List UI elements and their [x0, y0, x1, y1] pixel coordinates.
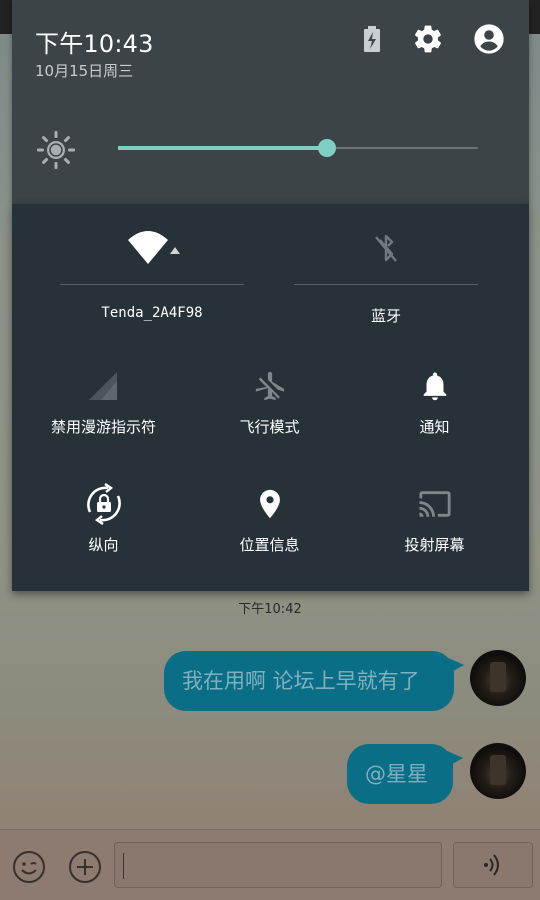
account-icon[interactable]: [472, 22, 506, 56]
brightness-fill: [118, 146, 327, 150]
avatar[interactable]: [470, 743, 526, 799]
location-pin-icon: [192, 482, 347, 526]
date[interactable]: 10月15日周三: [35, 60, 133, 81]
signal-icon: [26, 364, 181, 408]
tile-cast-label: 投射屏幕: [404, 536, 465, 554]
bell-icon: [357, 364, 512, 408]
cast-icon: [357, 482, 512, 526]
message-bubble[interactable]: 我在用啊 论坛上早就有了: [164, 651, 464, 711]
tile-airplane[interactable]: 飞行模式: [192, 364, 347, 437]
tile-notifications[interactable]: 通知: [357, 364, 512, 437]
tile-rotation[interactable]: 纵向: [26, 482, 181, 555]
message-bubble[interactable]: @星星: [347, 744, 463, 804]
tile-airplane-label: 飞行模式: [239, 418, 300, 436]
tile-wifi[interactable]: Tenda_2A4F98: [60, 226, 244, 321]
chat-time-divider: 下午10:42: [238, 602, 302, 617]
wifi-icon: [60, 226, 244, 270]
bluetooth-off-icon: [294, 226, 478, 270]
tile-cast[interactable]: 投射屏幕: [357, 482, 512, 555]
tile-roaming[interactable]: 禁用漫游指示符: [26, 364, 181, 437]
tile-location[interactable]: 位置信息: [192, 482, 347, 555]
tile-rotation-label: 纵向: [88, 536, 119, 554]
chat-input-bar: [0, 829, 540, 900]
message-input[interactable]: [114, 842, 442, 888]
voice-icon: [484, 854, 499, 876]
tile-bluetooth[interactable]: 蓝牙: [294, 226, 478, 326]
tile-location-label: 位置信息: [239, 536, 300, 554]
tile-roaming-label: 禁用漫游指示符: [50, 418, 156, 436]
settings-icon[interactable]: [411, 22, 445, 56]
airplane-off-icon: [192, 364, 347, 408]
tile-wifi-label: Tenda_2A4F98: [101, 305, 203, 321]
brightness-slider-thumb[interactable]: [317, 139, 336, 157]
brightness-icon: [36, 130, 76, 170]
tile-notifications-label: 通知: [419, 418, 450, 436]
tile-bluetooth-label: 蓝牙: [370, 307, 401, 325]
emoji-icon[interactable]: [12, 850, 46, 884]
add-attachment-icon[interactable]: [68, 850, 102, 884]
brightness-slider[interactable]: [118, 139, 478, 157]
rotation-lock-icon: [26, 482, 181, 526]
notification-shade-header: 下午10:43 10月15日周三: [12, 0, 529, 204]
avatar[interactable]: [470, 650, 526, 706]
battery-charging-icon[interactable]: [361, 22, 383, 56]
quick-settings-panel: Tenda_2A4F98 蓝牙 禁用漫游指示符 飞行模式 通知 纵向 位置信息 …: [12, 204, 529, 591]
voice-input-button[interactable]: [453, 842, 533, 888]
clock[interactable]: 下午10:43: [35, 24, 154, 59]
